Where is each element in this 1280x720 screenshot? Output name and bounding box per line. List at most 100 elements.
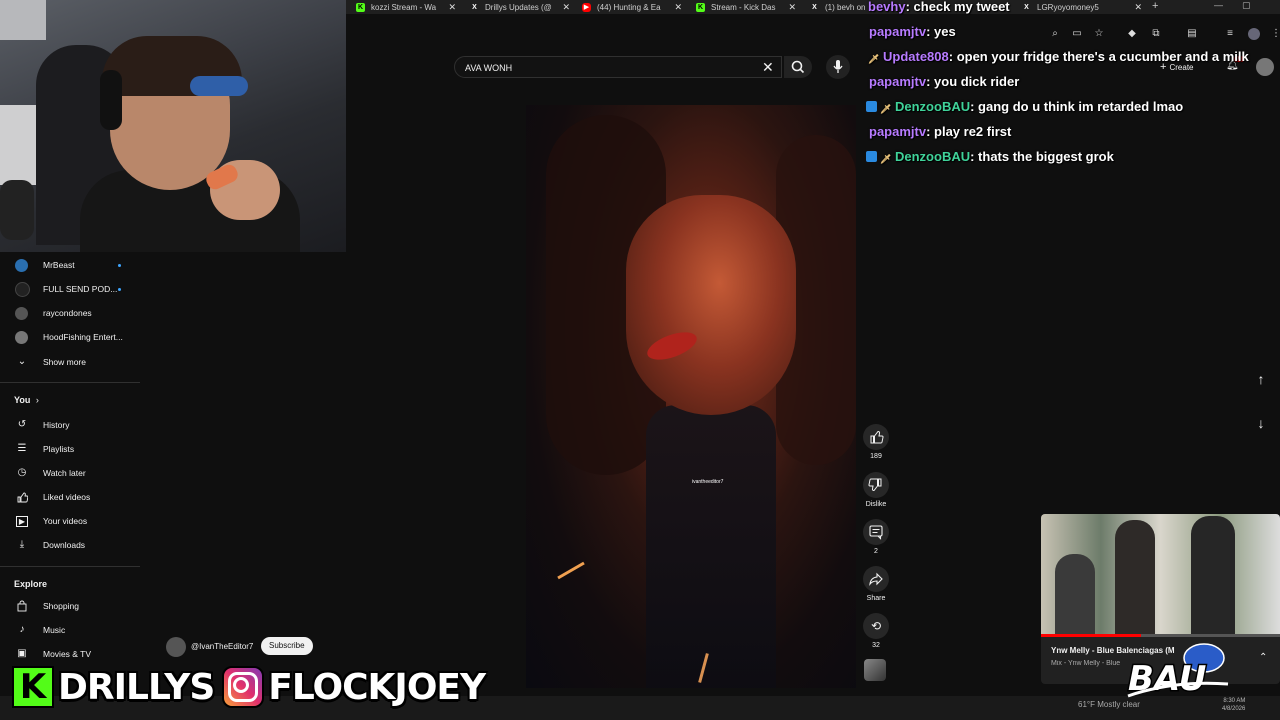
arrow-up-icon: ↑: [1257, 371, 1265, 387]
close-icon[interactable]: ✕: [674, 2, 682, 13]
sidebar-item-playlists[interactable]: ☰ Playlists: [0, 439, 140, 459]
sidebar-item-movies-tv[interactable]: ▣ Movies & TV: [0, 644, 140, 664]
wall-poster: [0, 0, 46, 40]
shopping-bag-icon: [16, 600, 28, 612]
sidebar-icon[interactable]: ▤: [1186, 28, 1198, 40]
chevron-up-icon[interactable]: ⌃: [1259, 652, 1267, 663]
like-button[interactable]: 189: [862, 424, 890, 460]
search-button[interactable]: [784, 56, 812, 78]
mini-player-progress[interactable]: [1041, 634, 1280, 637]
browser-tab-strip: K kozzi Stream - Wa ✕ X Drillys Updates …: [346, 0, 1280, 14]
chat-message: 🗡︎ DenzooBAU: gang do u think im retarded…: [866, 99, 1183, 115]
dislike-button[interactable]: Dislike: [862, 472, 890, 508]
verified-badge-icon: [866, 101, 877, 112]
subscribe-button[interactable]: Subscribe: [261, 637, 313, 655]
browser-tab[interactable]: X (1) bevh on: [810, 0, 866, 14]
browser-tab[interactable]: K Stream - Kick Das ✕: [696, 0, 796, 14]
browser-tab[interactable]: ▶ (44) Hunting & Ea ✕: [582, 0, 682, 14]
chat-message: 🗡︎ Update808: open your fridge there's a …: [868, 49, 1249, 65]
show-more-button[interactable]: ⌄ Show more: [0, 352, 140, 372]
bookmark-star-icon[interactable]: ☆: [1093, 28, 1105, 40]
music-note-icon: ♪: [19, 624, 25, 635]
thumbs-up-icon: [863, 424, 889, 450]
chat-text: : yes: [926, 24, 956, 39]
sidebar-item-label: MrBeast: [43, 260, 75, 270]
comments-button[interactable]: 2: [862, 519, 890, 555]
video-body: [646, 405, 776, 688]
sidebar-item-subscription[interactable]: FULL SEND POD...: [0, 279, 140, 299]
chat-username: papamjtv: [869, 124, 927, 139]
sidebar-item-history[interactable]: ↺ History: [0, 415, 140, 435]
sidebar-item-label: Downloads: [43, 540, 86, 550]
instagram-logo-icon: [222, 666, 265, 708]
close-icon[interactable]: ✕: [562, 2, 570, 13]
x-icon: X: [472, 3, 477, 11]
clear-search-icon[interactable]: ✕: [762, 60, 774, 74]
video-person: [1191, 516, 1235, 636]
shorts-video-player[interactable]: ivantheeditor7: [526, 105, 856, 688]
chevron-down-icon: ⌄: [17, 356, 27, 367]
tab-title: kozzi Stream - Wa: [371, 2, 437, 12]
new-content-dot: [118, 288, 121, 291]
share-button[interactable]: Share: [862, 566, 890, 602]
sidebar-item-subscription[interactable]: HoodFishing Entert...: [0, 327, 140, 347]
headphones: [100, 70, 122, 130]
extensions-icon[interactable]: ⧉: [1150, 28, 1162, 40]
sword-badge-icon: 🗡︎: [880, 154, 892, 164]
arrow-down-icon: ↓: [1257, 415, 1265, 431]
channel-avatar[interactable]: [166, 637, 186, 657]
new-tab-button[interactable]: +: [1152, 0, 1158, 13]
chat-text: : you dick rider: [926, 74, 1020, 89]
close-icon[interactable]: ✕: [1134, 2, 1142, 13]
sidebar-item-downloads[interactable]: ⤓ Downloads: [0, 535, 140, 555]
thumbs-down-icon: [863, 472, 889, 498]
video-person: [1055, 554, 1095, 636]
extension-shield-icon[interactable]: ◆: [1126, 28, 1138, 40]
bau-logo: BAU: [1127, 643, 1229, 701]
search-icon: [791, 60, 805, 74]
maximize-button[interactable]: ▢: [1242, 0, 1251, 11]
menu-icon[interactable]: ⋮: [1270, 28, 1280, 40]
video-face: [626, 195, 796, 415]
sidebar-item-label: Watch later: [43, 468, 86, 478]
you-heading[interactable]: You ›: [14, 395, 39, 405]
sidebar-item-label: raycondones: [43, 308, 92, 318]
sidebar-item-music[interactable]: ♪ Music: [0, 620, 140, 640]
cast-icon[interactable]: ▭: [1071, 28, 1083, 40]
tab-title: (44) Hunting & Ea: [597, 2, 661, 12]
stream-branding: K DRILLYS FLOCKJOEY: [12, 664, 493, 710]
search-input[interactable]: [465, 61, 745, 74]
sidebar-item-subscription[interactable]: raycondones: [0, 303, 140, 323]
close-icon[interactable]: ✕: [448, 2, 456, 13]
sidebar-item-your-videos[interactable]: ▶ Your videos: [0, 511, 140, 531]
sound-thumbnail[interactable]: [864, 659, 886, 681]
sidebar-item-subscription[interactable]: MrBeast: [0, 255, 140, 275]
sidebar-item-liked-videos[interactable]: Liked videos: [0, 487, 140, 507]
sidebar-item-shopping[interactable]: Shopping: [0, 596, 140, 616]
zoom-icon[interactable]: ⌕: [1049, 28, 1061, 40]
sidebar-item-label: Music: [43, 625, 66, 635]
film-icon: ▣: [17, 648, 27, 659]
chat-username: DenzooBAU: [895, 149, 971, 164]
you-heading-label: You: [14, 395, 31, 405]
remix-button[interactable]: ⟲ 32: [862, 613, 890, 649]
playlist-icon[interactable]: ≡: [1224, 28, 1236, 40]
mini-player-video[interactable]: [1041, 514, 1280, 636]
close-icon[interactable]: ✕: [788, 2, 796, 13]
browser-tab[interactable]: X Drillys Updates (@ ✕: [470, 0, 570, 14]
previous-short-button[interactable]: ↑: [1248, 366, 1274, 392]
x-icon: X: [812, 3, 817, 11]
channel-name[interactable]: @IvanTheEditor7: [191, 642, 253, 651]
sidebar-item-label: HoodFishing Entert...: [43, 332, 123, 342]
tab-title: Drillys Updates (@: [485, 2, 552, 12]
voice-search-button[interactable]: [826, 55, 850, 79]
profile-avatar[interactable]: [1248, 28, 1260, 40]
sidebar-item-label: Your videos: [43, 516, 88, 526]
share-label: Share: [866, 595, 886, 602]
browser-tab[interactable]: X LGRyoyomoney5 ✕: [1022, 0, 1142, 14]
account-avatar[interactable]: [1256, 58, 1274, 76]
browser-tab[interactable]: K kozzi Stream - Wa ✕: [356, 0, 456, 14]
next-short-button[interactable]: ↓: [1248, 410, 1274, 436]
minimize-button[interactable]: —: [1214, 0, 1223, 10]
sidebar-item-watch-later[interactable]: ◷ Watch later: [0, 463, 140, 483]
